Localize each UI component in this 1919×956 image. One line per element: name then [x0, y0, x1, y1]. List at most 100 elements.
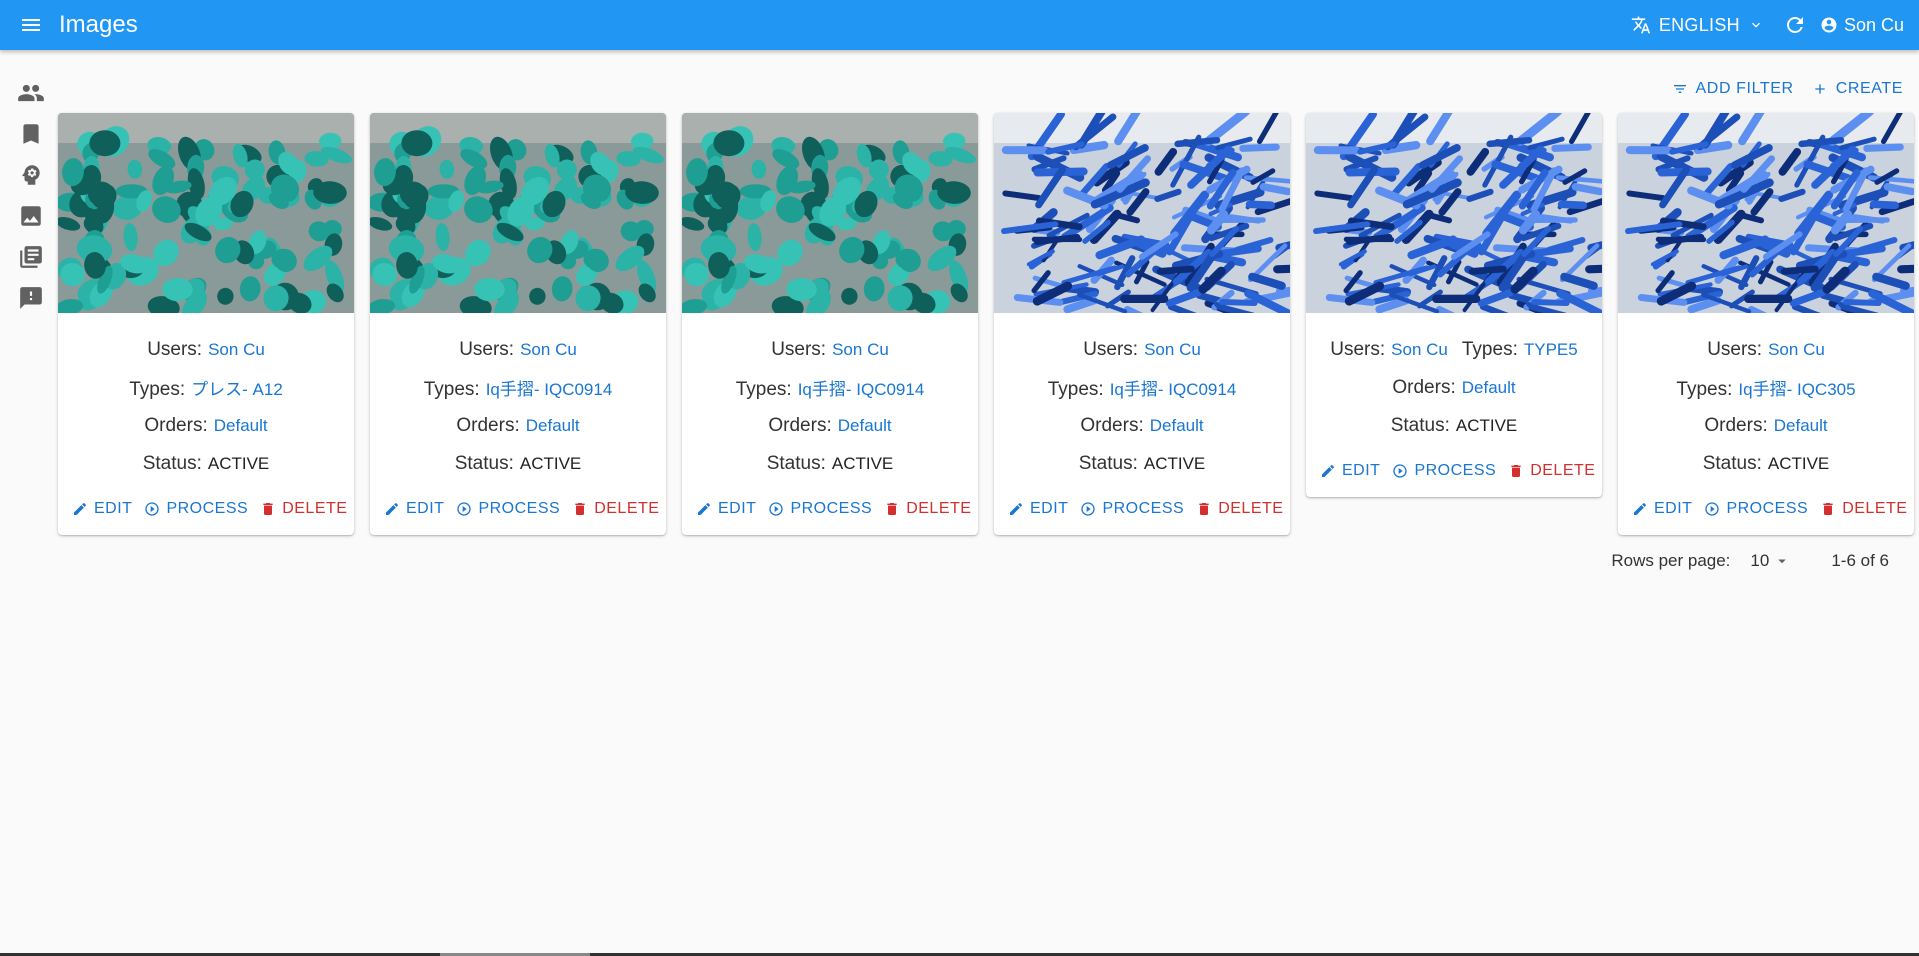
edit-icon [698, 502, 711, 515]
rows-per-page-value: 10 [1750, 551, 1770, 570]
edit-button[interactable]: EDIT [690, 500, 762, 518]
card-row: Orders: Default [1626, 407, 1906, 445]
process-label: PROCESS [166, 500, 249, 517]
delete-icon [1199, 503, 1209, 515]
types-label: Types: [1676, 379, 1733, 400]
card-actions: EDIT PROCESS DELETE [1306, 451, 1602, 497]
card-row: Orders: Default [378, 407, 658, 445]
image-card[interactable]: Users: Son Cu Types: TYPE5 Orders: Defau… [1306, 113, 1602, 497]
image-card[interactable]: Users: Son Cu Types: Iq手摺- IQC305 Orders… [1618, 113, 1914, 535]
card-actions: EDIT PROCESS DELETE [682, 489, 978, 535]
delete-button[interactable]: DELETE [566, 500, 665, 518]
type-link[interactable]: Iq手摺- IQC0914 [486, 375, 613, 400]
sidebar-item-feedback[interactable] [14, 277, 48, 318]
card-image[interactable] [994, 113, 1290, 313]
delete-icon [1511, 465, 1521, 477]
user-link[interactable]: Son Cu [520, 340, 577, 360]
type-link[interactable]: プレス- A12 [191, 375, 283, 400]
user-menu-button[interactable]: Son Cu [1820, 15, 1904, 36]
process-button[interactable]: PROCESS [762, 500, 878, 518]
status-field: Status: ACTIVE [767, 453, 894, 475]
sidebar-item-users[interactable] [14, 72, 48, 113]
rows-per-page-select[interactable]: 10 [1750, 551, 1791, 571]
users-label: Users: [147, 339, 203, 360]
users-label: Users: [1330, 339, 1386, 360]
orders-label: Orders: [1080, 415, 1144, 436]
status-label: Status: [1078, 453, 1138, 474]
image-card[interactable]: Users: Son Cu Types: プレス- A12 Orders: De… [58, 113, 354, 535]
type-link[interactable]: Iq手摺- IQC305 [1738, 375, 1855, 400]
card-content: Users: Son Cu Types: Iq手摺- IQC0914 Order… [994, 313, 1290, 489]
user-link[interactable]: Son Cu [832, 340, 889, 360]
type-link[interactable]: Iq手摺- IQC0914 [1110, 375, 1237, 400]
order-link[interactable]: Default [214, 416, 268, 436]
status-label: Status: [142, 453, 202, 474]
order-link[interactable]: Default [1150, 416, 1204, 436]
delete-icon [263, 503, 273, 515]
create-button[interactable]: CREATE [1812, 80, 1903, 98]
play-circle-icon [145, 502, 160, 516]
menu-button[interactable] [16, 10, 46, 40]
delete-icon [575, 503, 585, 515]
card-row: Orders: Default [1002, 407, 1282, 445]
add-filter-button[interactable]: ADD FILTER [1672, 80, 1794, 98]
order-link[interactable]: Default [526, 416, 580, 436]
delete-button[interactable]: DELETE [878, 500, 977, 518]
users-field: Users: Son Cu [1707, 339, 1825, 361]
card-actions: EDIT PROCESS DELETE [1618, 489, 1914, 535]
card-content: Users: Son Cu Types: Iq手摺- IQC0914 Order… [370, 313, 666, 489]
status-field: Status: ACTIVE [1079, 453, 1206, 475]
edit-button[interactable]: EDIT [1002, 500, 1074, 518]
image-card[interactable]: Users: Son Cu Types: Iq手摺- IQC0914 Order… [682, 113, 978, 535]
process-button[interactable]: PROCESS [138, 500, 254, 518]
edit-button[interactable]: EDIT [1626, 500, 1698, 518]
delete-button[interactable]: DELETE [254, 500, 353, 518]
delete-label: DELETE [1530, 462, 1596, 479]
card-image[interactable] [1618, 113, 1914, 313]
image-card[interactable]: Users: Son Cu Types: Iq手摺- IQC0914 Order… [994, 113, 1290, 535]
edit-button[interactable]: EDIT [1314, 462, 1386, 480]
orders-label: Orders: [144, 415, 208, 436]
sidebar-item-library[interactable] [14, 236, 48, 277]
user-link[interactable]: Son Cu [1391, 340, 1448, 360]
card-actions: EDIT PROCESS DELETE [58, 489, 354, 535]
process-button[interactable]: PROCESS [1386, 462, 1502, 480]
edit-button[interactable]: EDIT [66, 500, 138, 518]
bookmark-icon [23, 123, 39, 144]
order-link[interactable]: Default [838, 416, 892, 436]
card-image[interactable] [58, 113, 354, 313]
delete-button[interactable]: DELETE [1190, 500, 1289, 518]
types-label: Types: [1461, 339, 1518, 360]
process-button[interactable]: PROCESS [450, 500, 566, 518]
card-image[interactable] [682, 113, 978, 313]
sidebar-item-images[interactable] [14, 195, 48, 236]
image-card[interactable]: Users: Son Cu Types: Iq手摺- IQC0914 Order… [370, 113, 666, 535]
delete-button[interactable]: DELETE [1502, 462, 1601, 480]
process-button[interactable]: PROCESS [1698, 500, 1814, 518]
orders-label: Orders: [456, 415, 520, 436]
types-field: Types: Iq手摺- IQC0914 [424, 375, 613, 401]
order-link[interactable]: Default [1462, 378, 1516, 398]
card-row: Status: ACTIVE [1002, 445, 1282, 483]
type-link[interactable]: Iq手摺- IQC0914 [798, 375, 925, 400]
order-link[interactable]: Default [1774, 416, 1828, 436]
user-link[interactable]: Son Cu [208, 340, 265, 360]
card-row: Types: Iq手摺- IQC0914 [1002, 369, 1282, 407]
sidebar-item-psychology[interactable] [14, 154, 48, 195]
type-link[interactable]: TYPE5 [1524, 340, 1578, 360]
delete-button[interactable]: DELETE [1814, 500, 1913, 518]
status-value: ACTIVE [831, 454, 894, 473]
card-image[interactable] [1306, 113, 1602, 313]
language-selector[interactable]: ENGLISH [1631, 15, 1764, 36]
edit-button[interactable]: EDIT [378, 500, 450, 518]
user-link[interactable]: Son Cu [1144, 340, 1201, 360]
process-button[interactable]: PROCESS [1074, 500, 1190, 518]
sidebar-item-bookmarks[interactable] [14, 113, 48, 154]
delete-label: DELETE [594, 500, 660, 517]
types-field: Types: プレス- A12 [129, 375, 283, 401]
user-link[interactable]: Son Cu [1768, 340, 1825, 360]
users-label: Users: [459, 339, 515, 360]
refresh-button[interactable] [1780, 10, 1810, 40]
users-field: Users: Son Cu [771, 339, 889, 361]
card-image[interactable] [370, 113, 666, 313]
